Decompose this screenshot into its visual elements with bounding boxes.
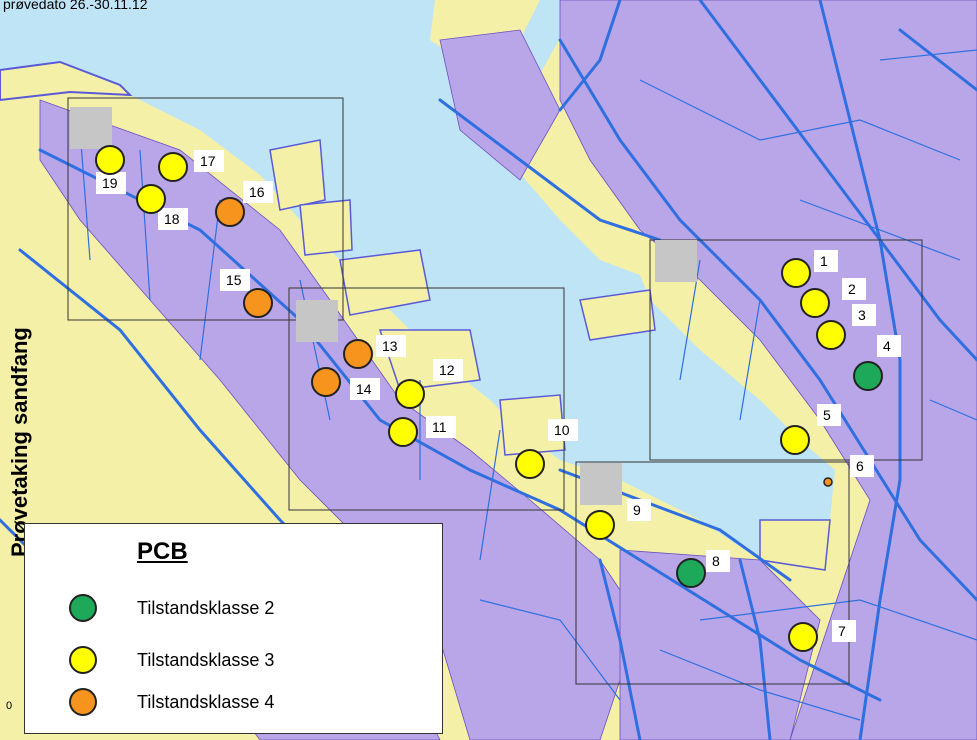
station-marker-3[interactable] [816, 320, 846, 350]
legend-swatch-class-2 [69, 594, 97, 622]
station-marker-10[interactable] [515, 449, 545, 479]
station-marker-8[interactable] [676, 558, 706, 588]
station-marker-13[interactable] [343, 339, 373, 369]
station-label-11: 11 [432, 419, 447, 435]
station-label-2: 2 [848, 281, 856, 297]
station-marker-11[interactable] [388, 417, 418, 447]
station-label-8: 8 [712, 553, 720, 569]
scale-bar-zero: 0 [6, 700, 13, 712]
legend-item-class-4: Tilstandsklasse 4 [69, 686, 409, 720]
station-label-1: 1 [820, 253, 828, 269]
legend-title: PCB [137, 538, 188, 565]
station-label-16: 16 [249, 184, 265, 200]
station-label-10: 10 [554, 422, 570, 438]
legend-label-class-3: Tilstandsklasse 3 [137, 650, 275, 670]
station-label-18: 18 [164, 211, 180, 227]
station-marker-7[interactable] [788, 622, 818, 652]
station-label-5: 5 [823, 407, 831, 423]
station-marker-5[interactable] [780, 425, 810, 455]
station-label-4: 4 [883, 338, 891, 354]
station-label-9: 9 [633, 502, 641, 518]
station-marker-4[interactable] [853, 361, 883, 391]
station-marker-12[interactable] [395, 379, 425, 409]
legend-item-class-3: Tilstandsklasse 3 [69, 644, 409, 678]
station-label-13: 13 [382, 338, 398, 354]
station-label-12: 12 [439, 362, 455, 378]
station-marker-19[interactable] [95, 145, 125, 175]
station-label-14: 14 [356, 381, 372, 397]
station-marker-2[interactable] [800, 288, 830, 318]
legend-swatch-class-3 [69, 646, 97, 674]
station-label-15: 15 [226, 272, 242, 288]
sampling-date-caption: prøvedato 26.-30.11.12 [3, 0, 148, 12]
station-marker-6[interactable] [823, 477, 833, 487]
legend-box: PCB Tilstandsklasse 2 Tilstandsklasse 3 … [24, 523, 443, 734]
legend-label-class-4: Tilstandsklasse 4 [137, 692, 275, 712]
station-label-3: 3 [858, 307, 866, 323]
station-label-19: 19 [102, 175, 118, 191]
legend-swatch-class-4 [69, 688, 97, 716]
station-label-6: 6 [856, 458, 864, 474]
station-marker-16[interactable] [215, 197, 245, 227]
legend-label-class-2: Tilstandsklasse 2 [137, 598, 275, 618]
station-marker-14[interactable] [311, 367, 341, 397]
station-label-7: 7 [838, 623, 846, 639]
station-marker-9[interactable] [585, 510, 615, 540]
legend-item-class-2: Tilstandsklasse 2 [69, 592, 409, 626]
station-marker-15[interactable] [243, 288, 273, 318]
station-label-17: 17 [200, 153, 216, 169]
station-marker-18[interactable] [136, 184, 166, 214]
station-marker-1[interactable] [781, 258, 811, 288]
station-marker-17[interactable] [158, 152, 188, 182]
